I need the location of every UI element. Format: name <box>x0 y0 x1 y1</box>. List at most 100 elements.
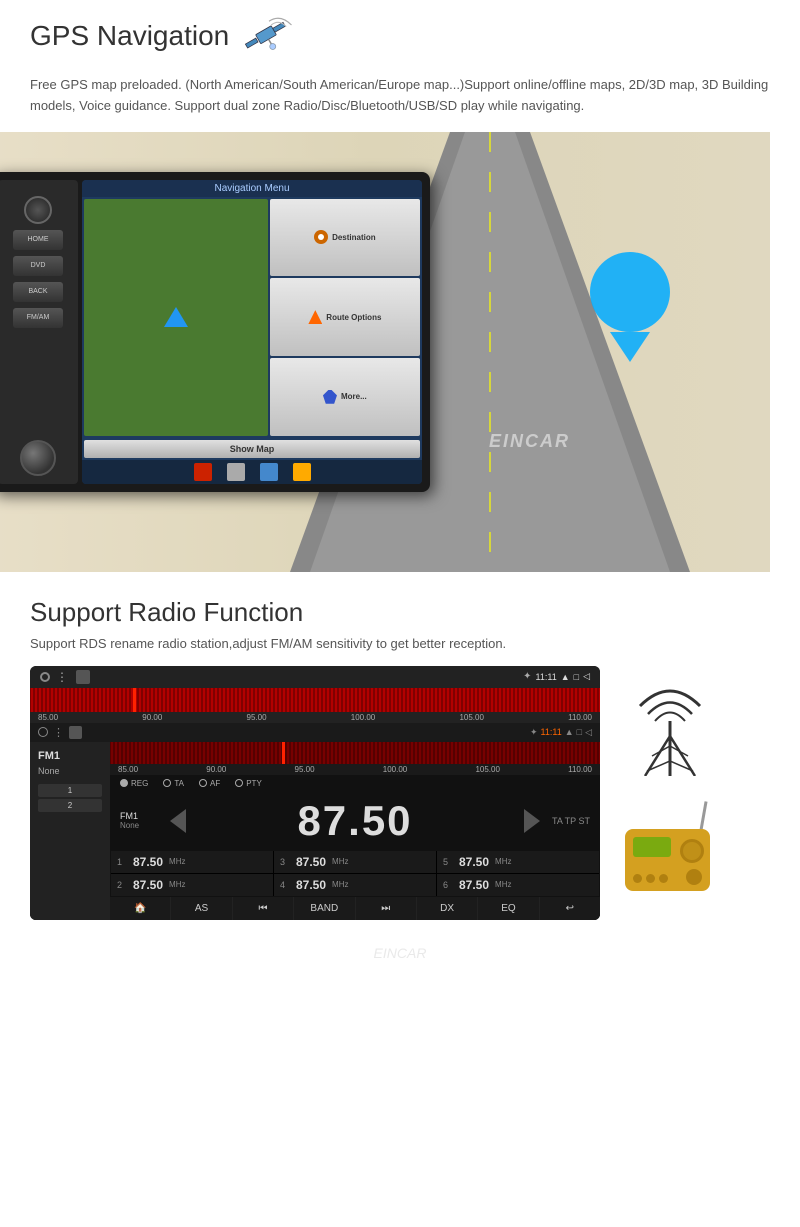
preset-1[interactable]: 1 87.50 MHz <box>111 851 273 873</box>
gps-section: GPS Navigation Free GPS map preloaded. (… <box>0 0 800 117</box>
ta-tp-st: TA TP ST <box>540 816 590 826</box>
satellite-icon <box>239 15 299 65</box>
band-ctrl-btn[interactable]: BAND <box>294 897 354 920</box>
signal-icon: ▲ <box>561 672 570 682</box>
device-image-area: HOME DVD BACK FM/AM Navigation Menu <box>0 132 770 572</box>
show-map-area: Show Map <box>82 438 422 460</box>
show-map-button[interactable]: Show Map <box>84 440 420 458</box>
fm-presets: 1 2 <box>38 784 102 812</box>
fm-preset-1[interactable]: 1 <box>38 784 102 797</box>
radio-options: REG TA AF PTY <box>110 775 600 792</box>
fm-section: FM1 None 1 2 85.00 <box>30 742 600 920</box>
radio-icons-right <box>620 666 720 891</box>
freq-arrow-right[interactable] <box>524 809 540 833</box>
inner-time: 11:11 <box>541 727 562 737</box>
freq-arrow-left[interactable] <box>170 809 186 833</box>
presets-grid: 1 87.50 MHz 3 87.50 MHz 5 87.50 MHz <box>111 851 599 896</box>
radio-buttons <box>633 874 668 883</box>
preset-4[interactable]: 4 87.50 MHz <box>274 874 436 896</box>
power-button[interactable] <box>24 196 52 224</box>
fm-main-panel: 85.00 90.00 95.00 100.00 105.00 110.00 R… <box>110 742 600 920</box>
radio-dial <box>686 869 702 885</box>
flask-icon <box>260 463 278 481</box>
fm-mode-label: FM1 <box>38 750 102 762</box>
freq-bar-fill <box>30 688 600 712</box>
inner-bt: ✦ <box>530 727 538 738</box>
control-bar: 🏠 AS ⏮ BAND ⏭ DX EQ ↩ <box>110 897 600 920</box>
radio-description: Support RDS rename radio station,adjust … <box>30 636 770 651</box>
settings-icon <box>293 463 311 481</box>
home-button[interactable]: HOME <box>13 230 63 250</box>
battery-icon: □ <box>574 672 579 682</box>
status-left: ⋮ <box>40 670 90 684</box>
map-preview <box>84 199 268 436</box>
back-ctrl-btn[interactable]: ↩ <box>540 897 600 920</box>
af-option[interactable]: AF <box>199 779 220 788</box>
prev-ctrl-btn[interactable]: ⏮ <box>233 897 293 920</box>
fmam-button[interactable]: FM/AM <box>13 308 63 328</box>
status-bar-top: ⋮ ✦ 11:11 ▲ □ ◁ <box>30 666 600 688</box>
media-icon <box>227 463 245 481</box>
back-button[interactable]: BACK <box>13 282 63 302</box>
car-radio-device: HOME DVD BACK FM/AM Navigation Menu <box>0 172 430 492</box>
reg-dot <box>120 779 128 787</box>
radio-left-panel: HOME DVD BACK FM/AM <box>0 180 78 484</box>
volume-knob[interactable] <box>20 440 56 476</box>
pin-tip <box>610 332 650 362</box>
freq-bar-2 <box>110 742 600 764</box>
fm-info: FM1 None <box>120 811 170 830</box>
af-dot <box>199 779 207 787</box>
pty-dot <box>235 779 243 787</box>
radio-ui: ⋮ ✦ 11:11 ▲ □ ◁ 85.00 90.00 <box>30 666 600 920</box>
pin-circle <box>590 252 670 332</box>
radio-ui-container: ⋮ ✦ 11:11 ▲ □ ◁ 85.00 90.00 <box>30 666 770 920</box>
as-ctrl-btn[interactable]: AS <box>171 897 231 920</box>
inner-circle <box>38 727 48 737</box>
eq-ctrl-btn[interactable]: EQ <box>478 897 538 920</box>
inner-status-right: ✦ 11:11 ▲ □ ◁ <box>530 727 592 738</box>
radio-device-icon <box>620 801 720 891</box>
preset-2[interactable]: 2 87.50 MHz <box>111 874 273 896</box>
dvd-button[interactable]: DVD <box>13 256 63 276</box>
frequency-bar-top <box>30 688 600 712</box>
radio-btn-1 <box>633 874 642 883</box>
pty-option[interactable]: PTY <box>235 779 262 788</box>
dx-ctrl-btn[interactable]: DX <box>417 897 477 920</box>
watermark: EINCAR <box>489 431 570 452</box>
preset-5[interactable]: 5 87.50 MHz <box>437 851 599 873</box>
more-button[interactable]: More... <box>270 358 420 436</box>
inner-status-left: ⋮ <box>38 726 82 739</box>
freq-labels: 85.00 90.00 95.00 100.00 105.00 110.00 <box>30 712 600 723</box>
fm-info-station: None <box>120 821 170 830</box>
freq-indicator-2 <box>282 742 285 764</box>
radio-section: Support Radio Function Support RDS renam… <box>0 572 800 935</box>
preset-6[interactable]: 6 87.50 MHz <box>437 874 599 896</box>
location-pin <box>590 252 670 352</box>
navigation-arrow <box>164 307 188 327</box>
screen-title: Navigation Menu <box>82 180 422 197</box>
home-ctrl-btn[interactable]: 🏠 <box>110 897 170 920</box>
status-dots: ⋮ <box>56 670 70 684</box>
inner-dots: ⋮ <box>53 726 64 739</box>
fm-left-panel: FM1 None 1 2 <box>30 742 110 920</box>
gps-description: Free GPS map preloaded. (North American/… <box>30 75 770 117</box>
screen-content: Destination Route Options More... <box>82 197 422 438</box>
inner-signal: ▲ <box>565 727 574 737</box>
inner-radio-header: ⋮ ✦ 11:11 ▲ □ ◁ <box>30 723 600 742</box>
screen-icons <box>82 460 422 484</box>
reg-option[interactable]: REG <box>120 779 148 788</box>
freq-bar2-fill <box>110 742 600 764</box>
inner-battery: □ <box>577 727 582 737</box>
nav-buttons-panel: Destination Route Options More... <box>270 199 420 436</box>
gps-title: GPS Navigation <box>30 20 229 52</box>
fm-station-label: None <box>38 766 102 776</box>
route-options-button[interactable]: Route Options <box>270 278 420 356</box>
radio-tower-icon <box>630 686 710 781</box>
fm-preset-2[interactable]: 2 <box>38 799 102 812</box>
next-ctrl-btn[interactable]: ⏭ <box>356 897 416 920</box>
preset-3[interactable]: 3 87.50 MHz <box>274 851 436 873</box>
ta-option[interactable]: TA <box>163 779 184 788</box>
radio-btn-2 <box>646 874 655 883</box>
radio-speaker <box>680 839 704 863</box>
destination-button[interactable]: Destination <box>270 199 420 277</box>
